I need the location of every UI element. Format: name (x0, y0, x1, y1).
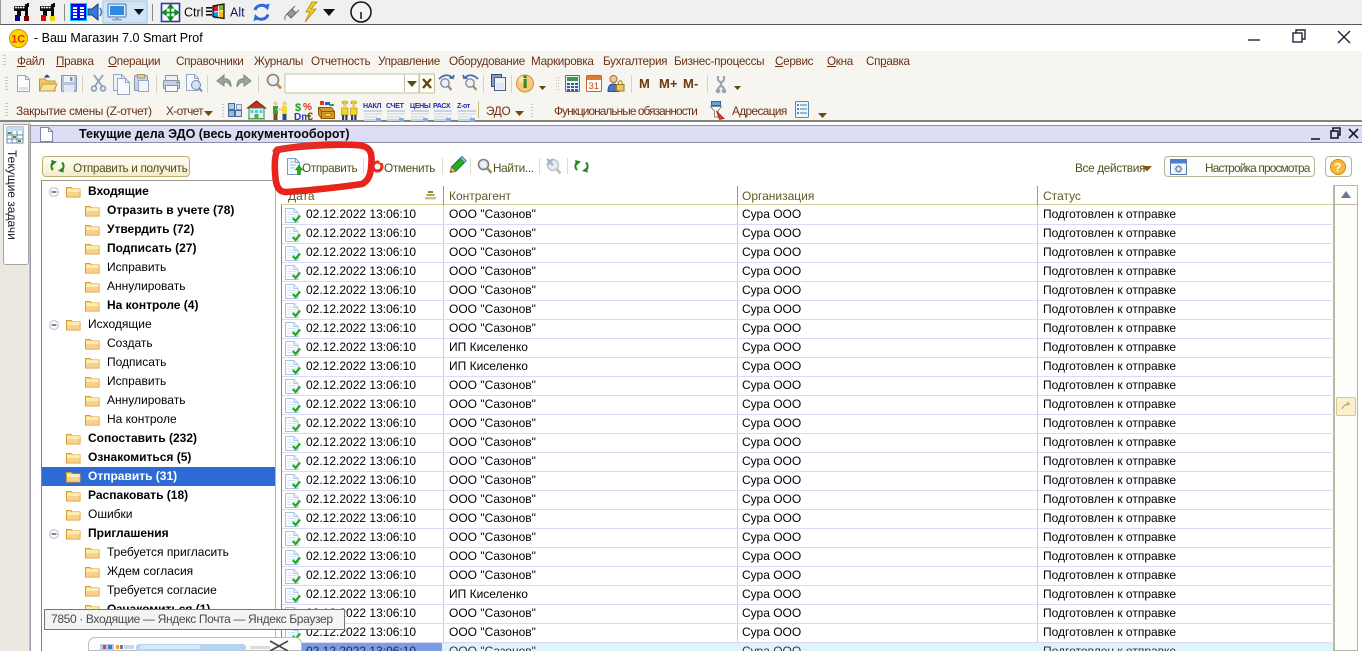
svg-text:Z-от: Z-от (457, 103, 471, 110)
svg-text:1С: 1С (11, 34, 25, 46)
svg-text:31: 31 (589, 81, 600, 92)
svg-text:M: M (639, 76, 650, 91)
svg-text:ЦЕНЫ: ЦЕНЫ (410, 103, 431, 110)
svg-text:НАКЛ: НАКЛ (363, 103, 381, 110)
svg-text:M+: M+ (659, 76, 678, 91)
svg-text:СЧЕТ: СЧЕТ (386, 103, 405, 110)
svg-text:?: ? (1334, 161, 1341, 175)
svg-text:M-: M- (683, 76, 698, 91)
svg-text:РАСХ: РАСХ (433, 103, 451, 110)
svg-text:€: € (307, 111, 313, 123)
svg-text:Alt: Alt (230, 6, 245, 20)
svg-text:Ctrl: Ctrl (184, 6, 203, 20)
